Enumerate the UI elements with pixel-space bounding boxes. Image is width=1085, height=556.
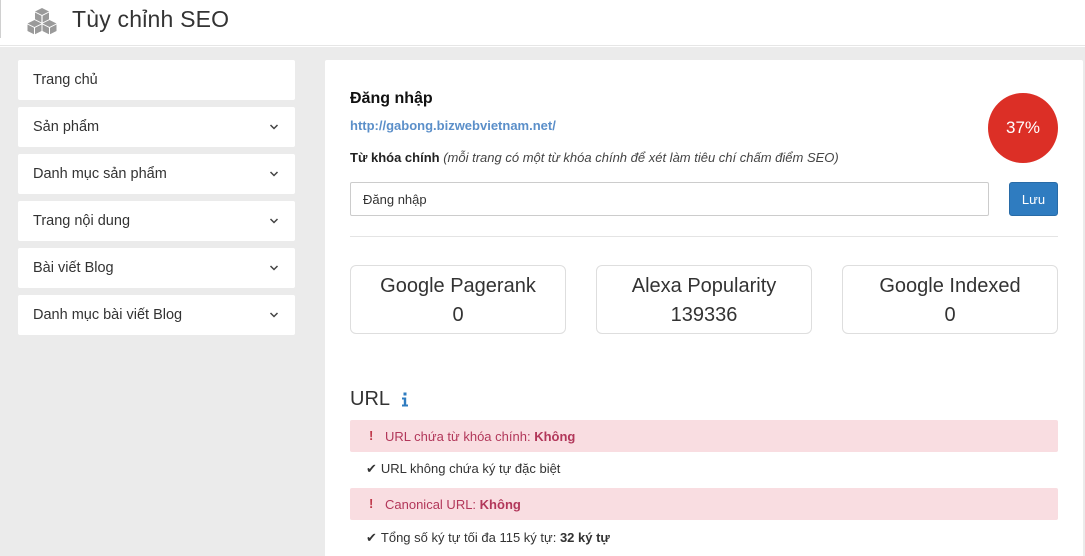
page-name-heading: Đăng nhập <box>350 90 433 107</box>
check-text: URL không chứa ký tự đặc biệt <box>380 461 561 476</box>
sidebar-item-blog-posts[interactable]: Bài viết Blog <box>18 248 295 288</box>
sidebar-item-label: Sản phẩm <box>33 119 100 135</box>
stat-name: Alexa Popularity <box>631 275 777 297</box>
page-url-link[interactable]: http://gabong.bizwebvietnam.net/ <box>350 118 556 133</box>
exclamation-icon: ! <box>369 496 374 511</box>
sidebar: Trang chủ Sản phẩm Danh mục sản phẩm Tra… <box>18 60 295 342</box>
divider <box>350 236 1058 237</box>
sidebar-item-label: Danh mục bài viết Blog <box>33 307 183 323</box>
checkmark-icon: ✔ <box>366 461 377 476</box>
stat-name: Google Indexed <box>879 275 1021 297</box>
seo-score-badge: 37% <box>988 93 1058 163</box>
sidebar-item-content-pages[interactable]: Trang nội dung <box>18 201 295 241</box>
sidebar-item-label: Bài viết Blog <box>33 260 114 276</box>
check-pass-length: ✔ Tổng số ký tự tối đa 115 ký tự: 32 ký t… <box>366 530 610 546</box>
info-icon[interactable] <box>401 392 409 407</box>
check-result: 32 ký tự <box>559 530 610 545</box>
chevron-down-icon <box>269 218 279 224</box>
window-edge <box>0 0 1 38</box>
page-title: Tùy chỉnh SEO <box>72 6 230 32</box>
keyword-input[interactable] <box>350 182 989 216</box>
check-fail-url-keyword: ! URL chứa từ khóa chính: Không <box>350 420 1058 452</box>
cubes-icon <box>27 8 57 35</box>
check-pass-special-chars: ✔ URL không chứa ký tự đặc biệt <box>366 461 560 477</box>
stat-google-indexed: Google Indexed 0 <box>842 265 1058 334</box>
stat-google-pagerank: Google Pagerank 0 <box>350 265 566 334</box>
chevron-down-icon <box>269 124 279 130</box>
check-text: URL chứa từ khóa chính: Không <box>385 429 576 444</box>
keyword-label-line: Từ khóa chính (mỗi trang có một từ khóa … <box>350 150 839 165</box>
exclamation-icon: ! <box>369 428 374 443</box>
check-fail-canonical: ! Canonical URL: Không <box>350 488 1058 520</box>
seo-panel: Đăng nhập http://gabong.bizwebvietnam.ne… <box>325 60 1083 556</box>
keyword-hint: (mỗi trang có một từ khóa chính để xét l… <box>443 150 839 165</box>
url-section-heading: URL <box>350 388 391 410</box>
chevron-down-icon <box>269 265 279 271</box>
stat-alexa-popularity: Alexa Popularity 139336 <box>596 265 812 334</box>
sidebar-item-label: Danh mục sản phẩm <box>33 166 167 182</box>
sidebar-item-blog-categories[interactable]: Danh mục bài viết Blog <box>18 295 295 335</box>
checkmark-icon: ✔ <box>366 530 377 545</box>
chevron-down-icon <box>269 171 279 177</box>
sidebar-item-product-categories[interactable]: Danh mục sản phẩm <box>18 154 295 194</box>
sidebar-item-home[interactable]: Trang chủ <box>18 60 295 100</box>
stat-name: Google Pagerank <box>380 275 536 297</box>
stat-value: 0 <box>452 304 464 326</box>
check-text: Tổng số ký tự tối đa 115 ký tự: <box>380 530 557 545</box>
sidebar-item-label: Trang chủ <box>33 72 98 88</box>
sidebar-item-label: Trang nội dung <box>33 213 131 229</box>
save-button[interactable]: Lưu <box>1009 182 1058 216</box>
stat-value: 0 <box>944 304 956 326</box>
app-body: Trang chủ Sản phẩm Danh mục sản phẩm Tra… <box>0 47 1085 556</box>
check-text: Canonical URL: Không <box>385 497 521 512</box>
chevron-down-icon <box>269 312 279 318</box>
keyword-label: Từ khóa chính <box>350 150 440 165</box>
sidebar-item-products[interactable]: Sản phẩm <box>18 107 295 147</box>
top-bar: Tùy chỉnh SEO <box>0 0 1085 46</box>
stat-value: 139336 <box>670 304 738 326</box>
